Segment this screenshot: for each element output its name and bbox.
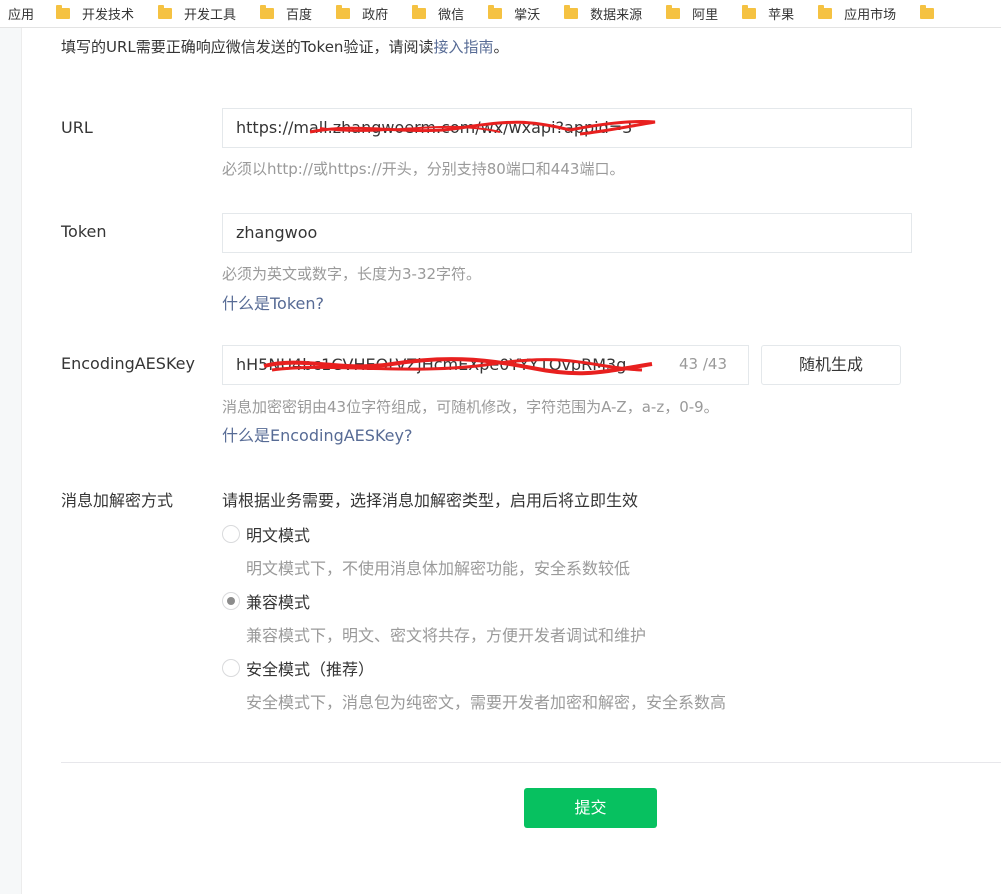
- encrypt-mode-label: 消息加解密方式: [61, 491, 174, 510]
- radio-unchecked-icon[interactable]: [222, 525, 240, 543]
- folder-icon: [158, 5, 173, 19]
- folder-icon: [412, 5, 427, 19]
- folder-icon: [336, 5, 351, 19]
- folder-icon: [488, 5, 503, 19]
- url-tip: 必须以http://或https://开头，分别支持80端口和443端口。: [222, 160, 625, 178]
- bookmark-folder[interactable]: 苹果: [742, 4, 818, 23]
- bookmark-folder[interactable]: 开发技术: [56, 4, 158, 23]
- bookmarks-bar: 应用 开发技术 开发工具 百度 政府 微信 掌沃 数据来源 阿里 苹果 应用市场: [0, 0, 1001, 28]
- folder-icon: [742, 5, 757, 19]
- aes-help-link[interactable]: 什么是EncodingAESKey?: [222, 422, 412, 446]
- token-label: Token: [61, 222, 107, 241]
- token-input[interactable]: zhangwoo: [222, 213, 912, 253]
- bookmark-folder-partial[interactable]: [920, 5, 946, 19]
- token-tip: 必须为英文或数字，长度为3-32字符。: [222, 265, 482, 283]
- bookmark-folder[interactable]: 数据来源: [564, 4, 666, 23]
- submit-button[interactable]: 提交: [524, 788, 657, 828]
- radio-checked-icon[interactable]: [222, 592, 240, 610]
- token-help-link[interactable]: 什么是Token?: [222, 290, 324, 314]
- url-input[interactable]: https://mall.zhangwoerm.com/wx/wxapi?app…: [222, 108, 912, 148]
- secure-mode-desc: 安全模式下，消息包为纯密文，需要开发者加密和解密，安全系数高: [246, 693, 727, 712]
- folder-icon: [260, 5, 275, 19]
- aes-tip: 消息加密密钥由43位字符组成，可随机修改，字符范围为A-Z，a-z，0-9。: [222, 398, 719, 416]
- compatible-mode-desc: 兼容模式下，明文、密文将共存，方便开发者调试和维护: [246, 626, 647, 645]
- folder-icon: [818, 5, 833, 19]
- folder-icon: [56, 5, 71, 19]
- intro-text: 填写的URL需要正确响应微信发送的Token验证，请阅读接入指南。: [61, 38, 509, 56]
- folder-icon: [564, 5, 579, 19]
- plaintext-mode-desc: 明文模式下，不使用消息体加解密功能，安全系数较低: [246, 559, 631, 578]
- encrypt-mode-description: 请根据业务需要，选择消息加解密类型，启用后将立即生效: [222, 491, 639, 510]
- radio-unchecked-icon[interactable]: [222, 659, 240, 677]
- bookmark-folder[interactable]: 政府: [336, 4, 412, 23]
- radio-compatible-mode[interactable]: 兼容模式: [222, 589, 310, 613]
- divider: [61, 762, 1001, 763]
- bookmark-folder[interactable]: 应用市场: [818, 4, 920, 23]
- aes-label: EncodingAESKey: [61, 354, 195, 373]
- bookmark-folder[interactable]: 开发工具: [158, 4, 260, 23]
- bookmark-folder[interactable]: 微信: [412, 4, 488, 23]
- aes-key-input[interactable]: hH5NU4bc1CVHEOLVZjHcmEXpe0YYY1OvpRM3g: [222, 345, 749, 385]
- left-gutter: [0, 28, 22, 894]
- aes-char-counter: 43 /43: [679, 355, 727, 373]
- radio-secure-mode[interactable]: 安全模式（推荐）: [222, 656, 374, 680]
- radio-plaintext-mode[interactable]: 明文模式: [222, 522, 310, 546]
- generate-random-button[interactable]: 随机生成: [761, 345, 901, 385]
- bookmark-folder[interactable]: 百度: [260, 4, 336, 23]
- bookmark-folder[interactable]: 阿里: [666, 4, 742, 23]
- folder-icon: [920, 5, 935, 19]
- bookmark-folder[interactable]: 掌沃: [488, 4, 564, 23]
- folder-icon: [666, 5, 681, 19]
- bookmark-apps[interactable]: 应用: [0, 4, 56, 23]
- url-label: URL: [61, 118, 93, 137]
- access-guide-link[interactable]: 接入指南: [433, 38, 493, 56]
